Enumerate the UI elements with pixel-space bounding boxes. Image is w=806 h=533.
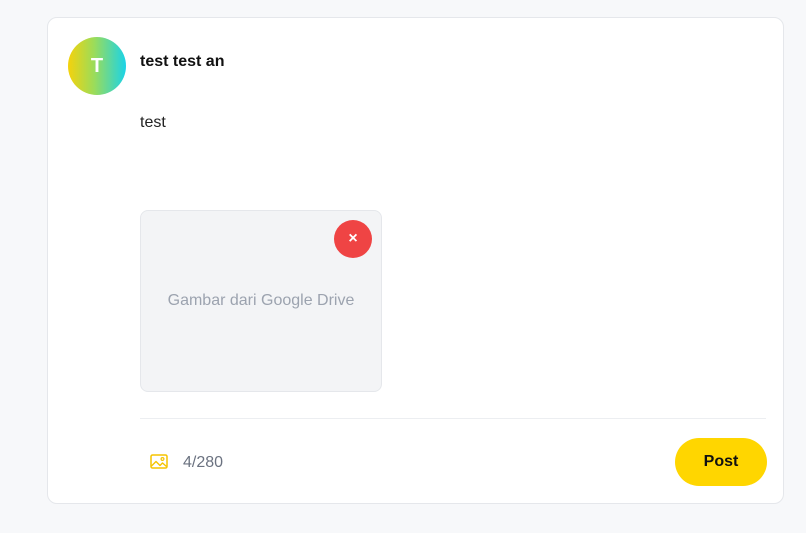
post-text[interactable]: test	[140, 114, 166, 132]
image-caption: Gambar dari Google Drive	[167, 292, 355, 309]
divider	[140, 418, 766, 419]
image-icon[interactable]	[150, 454, 168, 470]
post-card: T test test an test Gambar dari Google D…	[47, 17, 784, 504]
character-count: 4/280	[183, 454, 224, 471]
post-button[interactable]: Post	[675, 438, 767, 486]
image-preview: Gambar dari Google Drive ×	[140, 210, 382, 392]
username: test test an	[140, 53, 225, 70]
avatar-initial: T	[90, 54, 104, 77]
remove-image-button[interactable]: ×	[334, 220, 372, 258]
close-icon: ×	[348, 230, 358, 247]
post-button-label: Post	[703, 453, 739, 470]
avatar: T	[68, 37, 126, 95]
